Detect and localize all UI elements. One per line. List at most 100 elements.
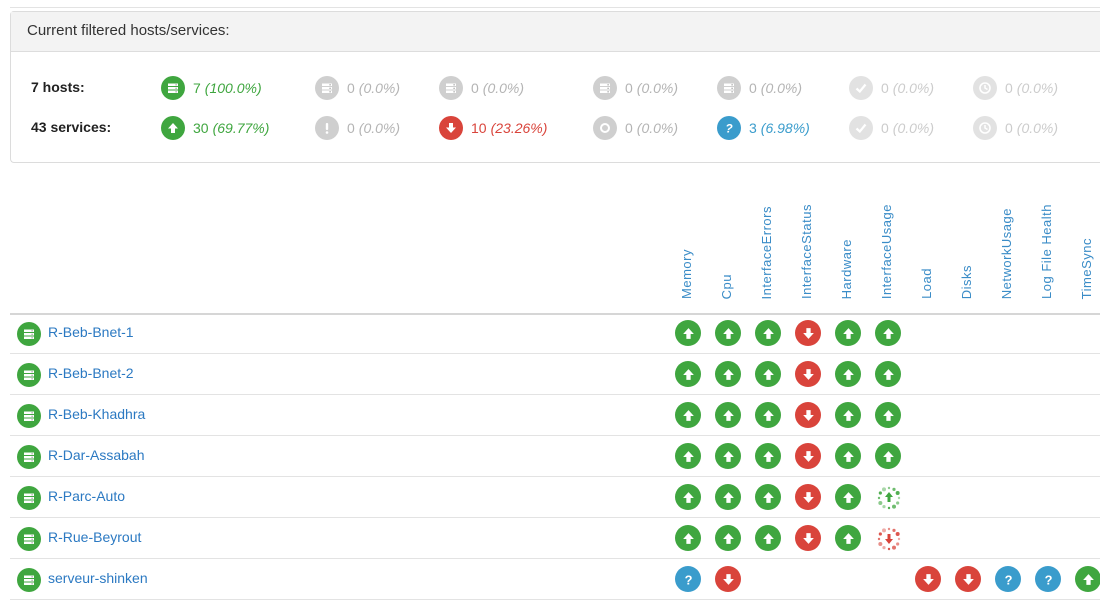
hosts-stat-unknown[interactable]: 0 (0.0%) [717, 76, 802, 100]
exclamation-icon [315, 116, 339, 140]
arrow-up-icon [875, 320, 901, 346]
service-cell-cpu[interactable] [715, 361, 741, 387]
service-cell-memory[interactable] [675, 484, 701, 510]
host-status-icon[interactable] [17, 445, 41, 469]
flapping-critical-icon[interactable] [875, 525, 903, 553]
column-header-hardware[interactable]: Hardware [839, 239, 854, 299]
hosts-stat-ack[interactable]: 0 (0.0%) [849, 76, 934, 100]
service-cell-log-file-health[interactable]: ? [1035, 566, 1061, 592]
question-icon: ? [717, 116, 741, 140]
filter-summary-panel: Current filtered hosts/services: 7 hosts… [10, 11, 1100, 163]
column-header-interfaceusage[interactable]: InterfaceUsage [879, 204, 894, 299]
services-stat-downtime[interactable]: 0 (0.0%) [973, 116, 1058, 140]
host-status-icon[interactable] [17, 322, 41, 346]
service-cell-memory[interactable] [675, 320, 701, 346]
service-cell-memory[interactable] [675, 443, 701, 469]
hosts-stat-unreachable[interactable]: 0 (0.0%) [439, 76, 524, 100]
service-cell-hardware[interactable] [835, 484, 861, 510]
column-header-timesync[interactable]: TimeSync [1079, 238, 1094, 299]
host-link[interactable]: R-Beb-Bnet-1 [48, 324, 134, 340]
services-stat-pending[interactable]: 0 (0.0%) [593, 116, 678, 140]
host-row: serveur-shinken??? [10, 559, 1100, 600]
service-cell-interfacestatus[interactable] [795, 320, 821, 346]
service-cell-memory[interactable]: ? [675, 566, 701, 592]
arrow-down-icon [795, 361, 821, 387]
services-stat-warning[interactable]: 0 (0.0%) [315, 116, 400, 140]
host-link[interactable]: serveur-shinken [48, 570, 148, 586]
service-cell-memory[interactable] [675, 525, 701, 551]
service-cell-disks[interactable] [955, 566, 981, 592]
service-cell-interfaceerrors[interactable] [755, 484, 781, 510]
arrow-up-icon [755, 320, 781, 346]
check-icon [849, 76, 873, 100]
column-header-load[interactable]: Load [919, 268, 934, 299]
service-cell-cpu[interactable] [715, 320, 741, 346]
service-cell-interfacestatus[interactable] [795, 484, 821, 510]
service-cell-hardware[interactable] [835, 443, 861, 469]
service-cell-interfaceerrors[interactable] [755, 361, 781, 387]
host-link[interactable]: R-Beb-Khadhra [48, 406, 145, 422]
services-stat-ok[interactable]: 30 (69.77%) [161, 116, 269, 140]
host-status-icon[interactable] [17, 568, 41, 592]
service-cell-cpu[interactable] [715, 443, 741, 469]
service-cell-hardware[interactable] [835, 320, 861, 346]
service-cell-cpu[interactable] [715, 566, 741, 592]
column-header-networkusage[interactable]: NetworkUsage [999, 208, 1014, 299]
service-cell-interfaceusage[interactable] [875, 484, 901, 510]
services-stat-percent: (0.0%) [1016, 120, 1059, 136]
service-cell-interfacestatus[interactable] [795, 443, 821, 469]
service-cell-interfaceusage[interactable] [875, 320, 901, 346]
service-cell-interfacestatus[interactable] [795, 361, 821, 387]
arrow-up-icon [835, 402, 861, 428]
service-cell-interfaceerrors[interactable] [755, 320, 781, 346]
hosts-stat-up[interactable]: 7 (100.0%) [161, 76, 262, 100]
host-status-icon[interactable] [17, 404, 41, 428]
hosts-stat-pending[interactable]: 0 (0.0%) [593, 76, 678, 100]
arrow-down-icon [795, 320, 821, 346]
services-stat-ack[interactable]: 0 (0.0%) [849, 116, 934, 140]
service-cell-interfaceerrors[interactable] [755, 443, 781, 469]
host-link[interactable]: R-Beb-Bnet-2 [48, 365, 134, 381]
service-cell-interfaceusage[interactable] [875, 443, 901, 469]
arrow-up-icon [715, 361, 741, 387]
service-cell-hardware[interactable] [835, 361, 861, 387]
column-header-disks[interactable]: Disks [959, 265, 974, 299]
hosts-stat-down[interactable]: 0 (0.0%) [315, 76, 400, 100]
service-cell-load[interactable] [915, 566, 941, 592]
flapping-ok-icon[interactable] [875, 484, 903, 512]
column-header-log-file-health[interactable]: Log File Health [1039, 204, 1054, 299]
service-cell-interfaceusage[interactable] [875, 361, 901, 387]
column-header-interfaceerrors[interactable]: InterfaceErrors [759, 206, 774, 299]
hosts-stat-count: 7 [193, 80, 201, 96]
host-link[interactable]: R-Dar-Assabah [48, 447, 144, 463]
host-link[interactable]: R-Parc-Auto [48, 488, 125, 504]
services-stat-unknown[interactable]: ? 3 (6.98%) [717, 116, 810, 140]
service-cell-interfaceusage[interactable] [875, 525, 901, 551]
column-header-interfacestatus[interactable]: InterfaceStatus [799, 204, 814, 299]
host-status-icon[interactable] [17, 363, 41, 387]
service-cell-timesync[interactable] [1075, 566, 1100, 592]
service-cell-interfacestatus[interactable] [795, 525, 821, 551]
column-header-memory[interactable]: Memory [679, 249, 694, 299]
service-cell-interfaceerrors[interactable] [755, 402, 781, 428]
service-cell-cpu[interactable] [715, 402, 741, 428]
arrow-down-icon [795, 443, 821, 469]
question-icon: ? [1035, 566, 1061, 592]
column-header-cpu[interactable]: Cpu [719, 274, 734, 299]
service-cell-cpu[interactable] [715, 525, 741, 551]
service-cell-interfaceusage[interactable] [875, 402, 901, 428]
services-stat-critical[interactable]: 10 (23.26%) [439, 116, 547, 140]
service-cell-memory[interactable] [675, 361, 701, 387]
host-status-icon[interactable] [17, 486, 41, 510]
service-cell-hardware[interactable] [835, 525, 861, 551]
host-status-icon[interactable] [17, 527, 41, 551]
host-link[interactable]: R-Rue-Beyrout [48, 529, 141, 545]
arrow-up-icon [675, 402, 701, 428]
service-cell-interfaceerrors[interactable] [755, 525, 781, 551]
service-cell-cpu[interactable] [715, 484, 741, 510]
service-cell-hardware[interactable] [835, 402, 861, 428]
hosts-stat-downtime[interactable]: 0 (0.0%) [973, 76, 1058, 100]
service-cell-networkusage[interactable]: ? [995, 566, 1021, 592]
service-cell-memory[interactable] [675, 402, 701, 428]
service-cell-interfacestatus[interactable] [795, 402, 821, 428]
